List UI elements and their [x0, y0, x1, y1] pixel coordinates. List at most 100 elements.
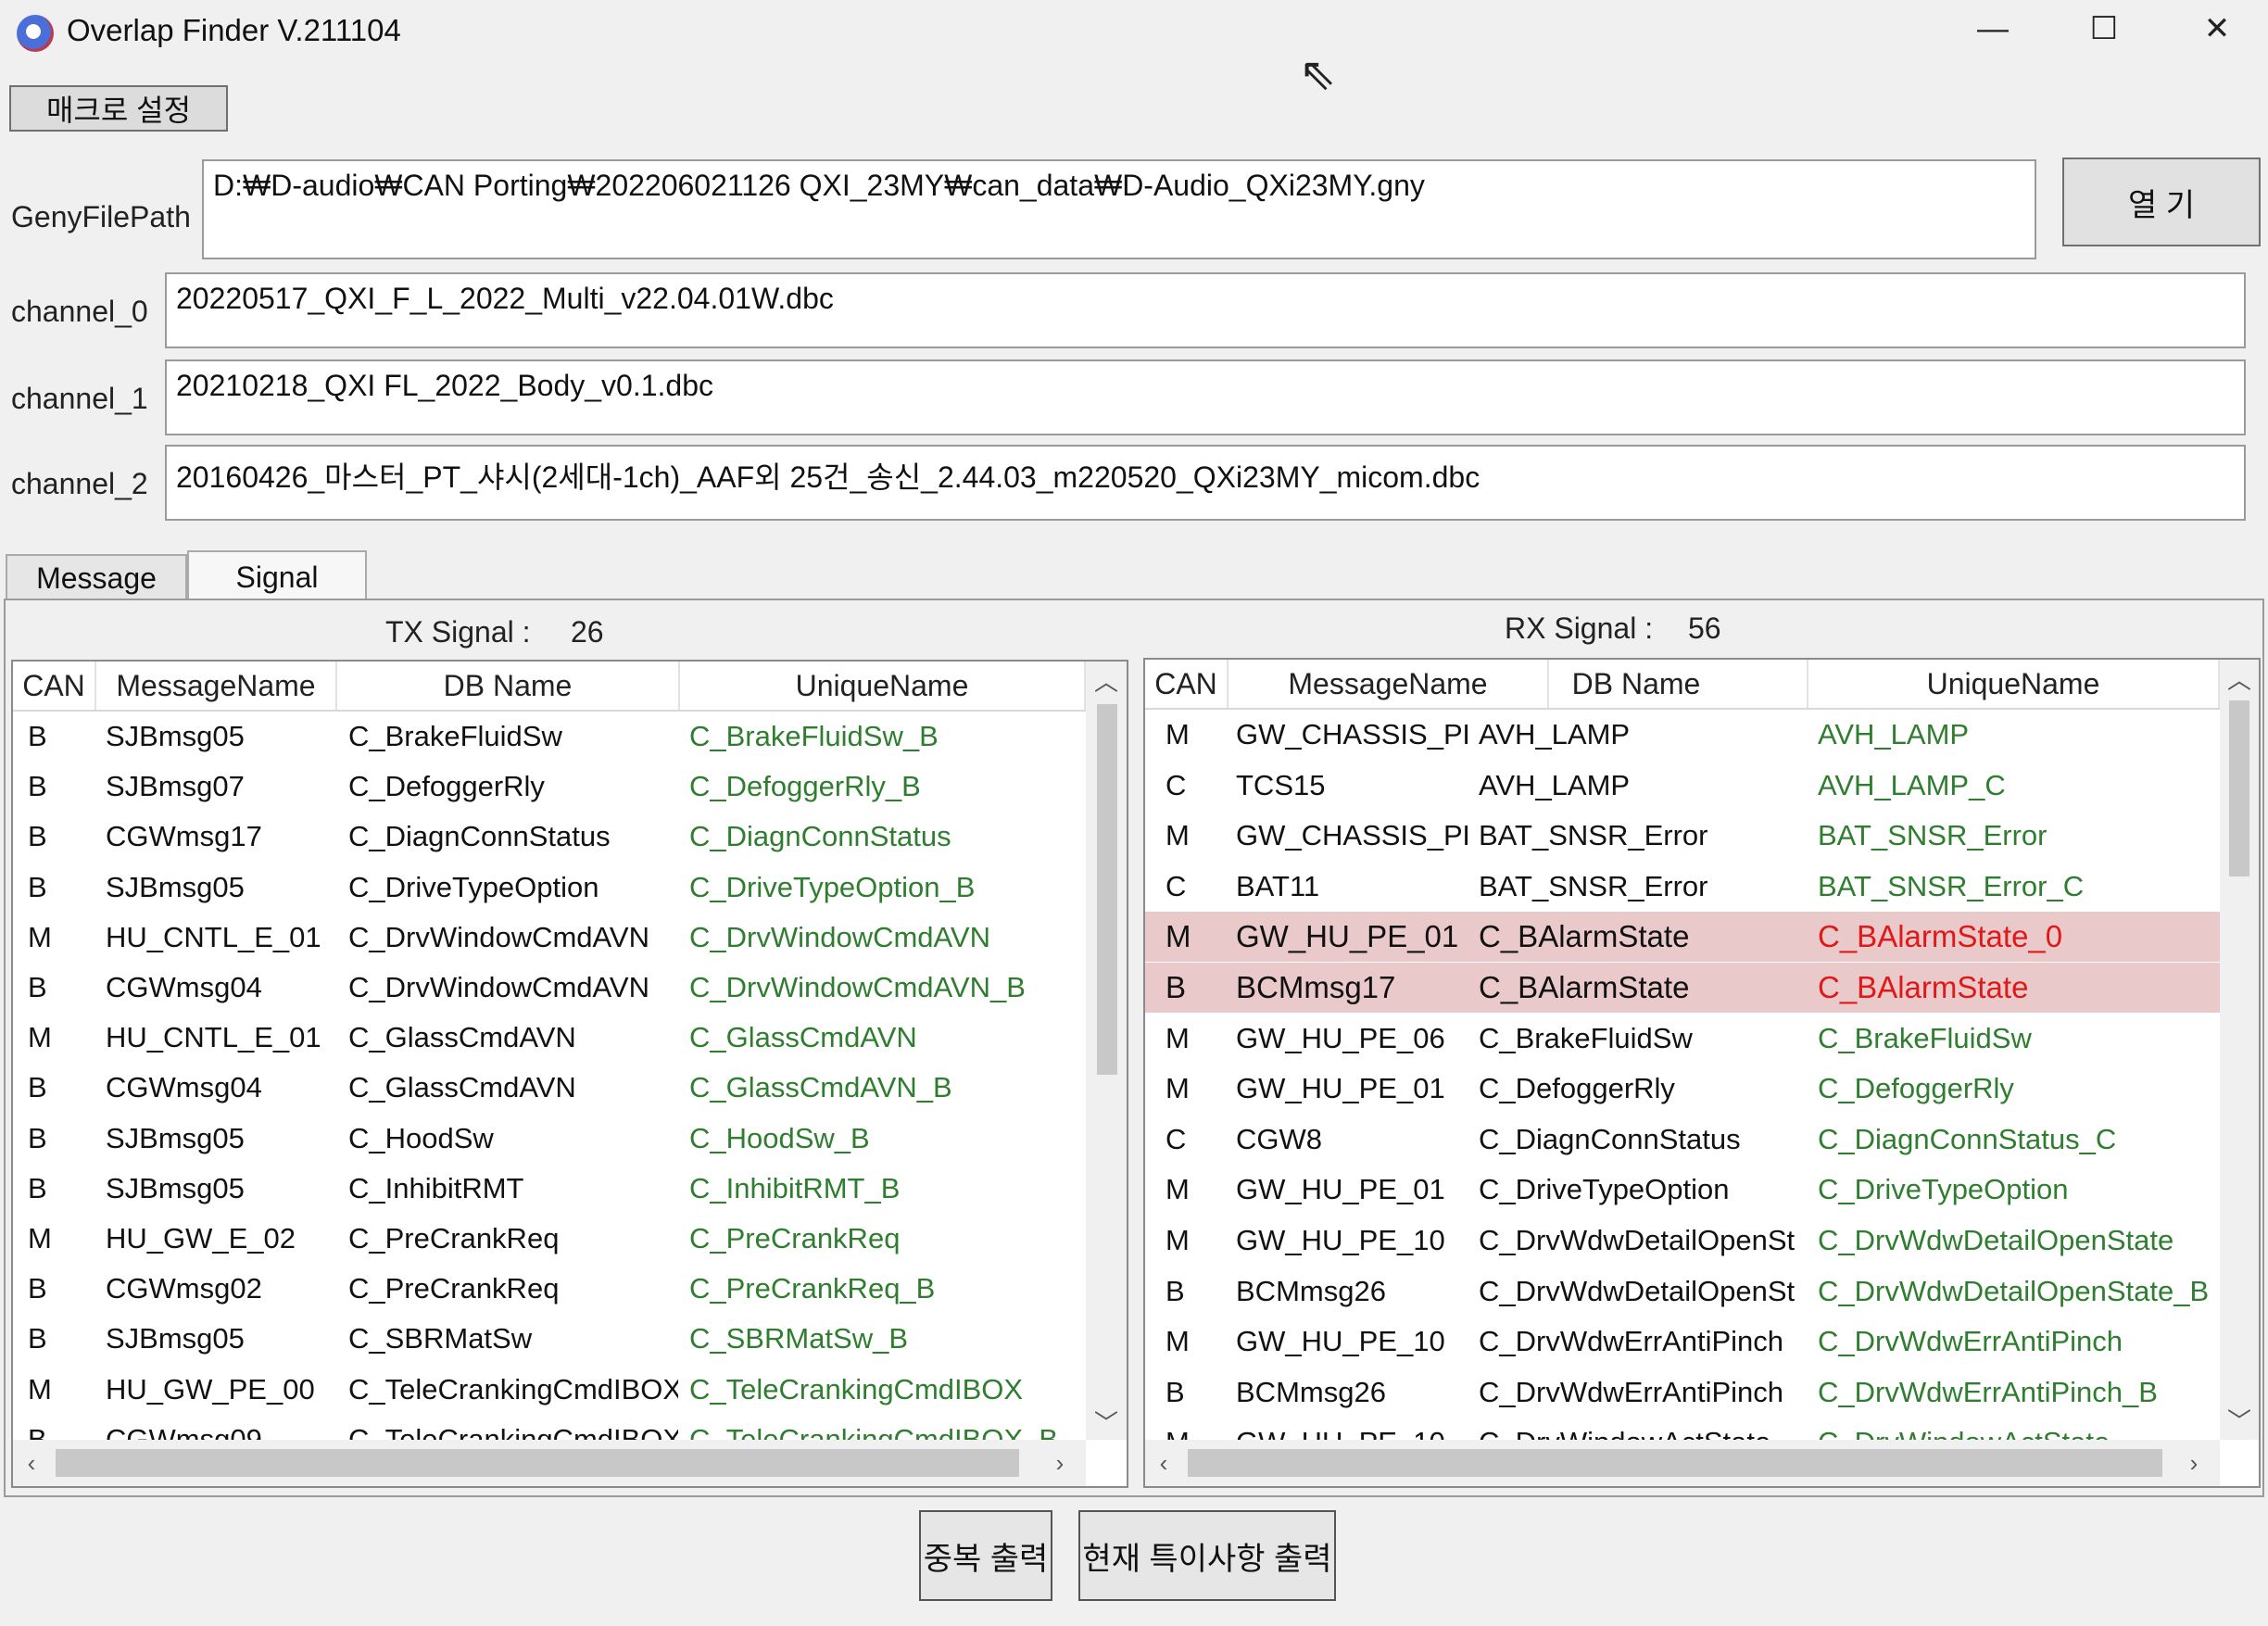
rx-row[interactable]: C TCS15 AVH_LAMP AVH_LAMP_C — [1145, 761, 2220, 811]
cell-db-name: C_DiagnConnStatus — [1479, 1122, 1741, 1155]
rx-row[interactable]: C CGW8 C_DiagnConnStatus C_DiagnConnStatus_… — [1145, 1115, 2220, 1165]
tx-row[interactable]: B SJBmsg05 C_InhibitRMT C_InhibitRMT_B — [13, 1164, 1086, 1214]
cell-db-name: C_DrvWdwDetailOpenSt — [1479, 1224, 1796, 1256]
cell-unique-name: C_DiagnConnStatus_C — [1818, 1122, 2117, 1155]
cell-message-name: CGW8 — [1236, 1122, 1322, 1155]
cell-db-name: C_InhibitRMT — [348, 1171, 524, 1204]
minimize-button[interactable]: — — [1942, 0, 2044, 57]
cell-message-name: CGWmsg04 — [106, 1071, 262, 1104]
app-icon — [17, 15, 54, 52]
rx-grid-header: CAN MessageName DB Name UniqueName — [1145, 660, 2220, 710]
rx-hscroll-thumb[interactable] — [1188, 1449, 2162, 1477]
rx-vscroll-thumb[interactable] — [2229, 700, 2249, 876]
cell-unique-name: C_BrakeFluidSw — [1818, 1021, 2032, 1054]
rx-row[interactable]: B BCMmsg26 C_DrvWdwDetailOpenSt C_DrvWdwDet… — [1145, 1267, 2220, 1317]
cell-db-name: C_GlassCmdAVN — [348, 1021, 576, 1054]
tx-row[interactable]: B SJBmsg05 C_HoodSw C_HoodSw_B — [13, 1114, 1086, 1164]
rx-row[interactable]: M GW_CHASSIS_PE AVH_LAMP AVH_LAMP — [1145, 710, 2220, 760]
rx-signal-grid[interactable]: CAN MessageName DB Name UniqueName M GW_C… — [1143, 658, 2261, 1488]
tx-row[interactable]: B SJBmsg05 C_DriveTypeOption C_DriveTypeOpt… — [13, 863, 1086, 913]
tx-row[interactable]: M HU_GW_E_02 C_PreCrankReq C_PreCrankReq — [13, 1214, 1086, 1264]
col-header-can[interactable]: CAN — [13, 662, 96, 710]
tx-row[interactable]: B SJBmsg05 C_BrakeFluidSw C_BrakeFluidSw_B — [13, 712, 1086, 762]
tx-row[interactable]: M HU_CNTL_E_01 C_DrvWindowCmdAVN C_DrvWindo… — [13, 913, 1086, 963]
col-header-db-name[interactable]: DB Name — [1466, 660, 1808, 708]
cell-can: B — [1166, 970, 1187, 1004]
rx-row[interactable]: M GW_HU_PE_01 C_BAlarmState C_BAlarmState_0 — [1145, 912, 2220, 963]
col-header-message-name[interactable]: MessageName — [96, 662, 337, 710]
rx-row[interactable]: M GW_HU_PE_10 C_DrvWdwDetailOpenSt C_DrvWdw… — [1145, 1216, 2220, 1266]
macro-settings-button[interactable]: 매크로 설정 — [9, 85, 228, 132]
scroll-left-icon[interactable]: ‹ — [13, 1440, 50, 1486]
rx-row[interactable]: B BCMmsg26 C_DrvWdwErrAntiPinch C_DrvWdwErr… — [1145, 1368, 2220, 1418]
rx-vertical-scrollbar[interactable]: ︿ ﹀ — [2220, 660, 2259, 1440]
tx-row[interactable]: B CGWmsg17 C_DiagnConnStatus C_DiagnConnSta… — [13, 812, 1086, 862]
cell-message-name: SJBmsg05 — [106, 1121, 245, 1154]
scroll-right-icon[interactable]: › — [1041, 1440, 1078, 1486]
tx-row[interactable]: B SJBmsg07 C_DefoggerRly C_DefoggerRly_B — [13, 762, 1086, 812]
tx-row[interactable]: M HU_GW_PE_00 C_TeleCrankingCmdIBOX C_TeleC… — [13, 1365, 1086, 1415]
mouse-cursor-icon: ⇖ — [1299, 50, 1337, 99]
scroll-down-icon[interactable]: ﹀ — [2220, 1401, 2259, 1438]
rx-row[interactable]: M GW_HU_PE_10 C_DrvWdwErrAntiPinch C_DrvWdw… — [1145, 1317, 2220, 1367]
rx-horizontal-scrollbar[interactable]: ‹ › — [1145, 1440, 2220, 1486]
open-button[interactable]: 열 기 — [2062, 158, 2261, 246]
channel-0-field[interactable]: 20220517_QXI_F_L_2022_Multi_v22.04.01W.d… — [165, 272, 2246, 348]
cell-message-name: SJBmsg05 — [106, 720, 245, 752]
cell-unique-name: C_DefoggerRly — [1818, 1072, 2014, 1105]
tx-row[interactable]: B CGWmsg02 C_PreCrankReq C_PreCrankReq_B — [13, 1264, 1086, 1314]
col-header-db-name[interactable]: DB Name — [337, 662, 680, 710]
cell-message-name: BCMmsg26 — [1236, 1274, 1386, 1307]
cell-db-name: C_BrakeFluidSw — [1479, 1021, 1693, 1054]
tab-signal[interactable]: Signal — [187, 550, 367, 602]
special-notes-output-button[interactable]: 현재 특이사항 출력 — [1078, 1510, 1336, 1601]
tx-signal-grid[interactable]: CAN MessageName DB Name UniqueName B SJBm… — [11, 660, 1128, 1488]
cell-message-name: SJBmsg05 — [106, 1171, 245, 1204]
cell-message-name: HU_CNTL_E_01 — [106, 920, 321, 953]
scroll-up-icon[interactable]: ︿ — [1086, 662, 1127, 699]
cell-can: B — [28, 1171, 47, 1204]
geny-path-field[interactable]: D:₩D-audio₩CAN Porting₩202206021126 QXI_… — [202, 159, 2036, 259]
cell-unique-name: C_DefoggerRly_B — [689, 770, 921, 803]
scroll-down-icon[interactable]: ﹀ — [1086, 1403, 1127, 1440]
cell-can: C — [1166, 869, 1187, 902]
window-title: Overlap Finder V.211104 — [67, 13, 401, 47]
tx-vscroll-thumb[interactable] — [1097, 704, 1117, 1075]
cell-unique-name: C_SBRMatSw_B — [689, 1322, 909, 1355]
col-header-unique-name[interactable]: UniqueName — [680, 662, 1086, 710]
tx-row[interactable]: M HU_CNTL_E_01 C_GlassCmdAVN C_GlassCmdAVN — [13, 1013, 1086, 1063]
cell-can: B — [28, 820, 47, 853]
rx-row[interactable]: M GW_HU_PE_01 C_DriveTypeOption C_DriveType… — [1145, 1165, 2220, 1215]
cell-db-name: C_DrvWindowCmdAVN — [348, 971, 649, 1003]
duplicate-output-button[interactable]: 중복 출력 — [919, 1510, 1052, 1601]
channel-2-field[interactable]: 20160426_마스터_PT_샤시(2세대-1ch)_AAF외 25건_송신_… — [165, 445, 2246, 521]
col-header-unique-name[interactable]: UniqueName — [1808, 660, 2220, 708]
tx-hscroll-thumb[interactable] — [56, 1449, 1019, 1477]
tab-message[interactable]: Message — [6, 554, 187, 600]
cell-db-name: BAT_SNSR_Error — [1479, 819, 1708, 852]
maximize-button[interactable]: ☐ — [2053, 0, 2155, 57]
rx-row[interactable]: M GW_HU_PE_01 C_DefoggerRly C_DefoggerRly — [1145, 1064, 2220, 1114]
col-header-can[interactable]: CAN — [1145, 660, 1228, 708]
cell-unique-name: C_BrakeFluidSw_B — [689, 720, 939, 752]
scroll-left-icon[interactable]: ‹ — [1145, 1440, 1182, 1486]
cell-unique-name: C_DrvWindowCmdAVN — [689, 920, 990, 953]
cell-unique-name: C_BAlarmState_0 — [1818, 919, 2063, 954]
channel-1-field[interactable]: 20210218_QXI FL_2022_Body_v0.1.dbc — [165, 359, 2246, 435]
cell-unique-name: C_DrvWindowCmdAVN_B — [689, 971, 1026, 1003]
cell-unique-name: C_DrvWdwErrAntiPinch — [1818, 1325, 2123, 1358]
cell-message-name: BAT11 — [1236, 869, 1320, 902]
cell-can: M — [1166, 819, 1190, 852]
tx-horizontal-scrollbar[interactable]: ‹ › — [13, 1440, 1086, 1486]
scroll-up-icon[interactable]: ︿ — [2220, 660, 2259, 697]
tx-row[interactable]: B CGWmsg04 C_GlassCmdAVN C_GlassCmdAVN_B — [13, 1063, 1086, 1113]
scroll-right-icon[interactable]: › — [2175, 1440, 2212, 1486]
rx-row[interactable]: M GW_HU_PE_06 C_BrakeFluidSw C_BrakeFluidSw — [1145, 1014, 2220, 1064]
tx-vertical-scrollbar[interactable]: ︿ ﹀ — [1086, 662, 1127, 1440]
rx-row[interactable]: B BCMmsg17 C_BAlarmState C_BAlarmState — [1145, 963, 2220, 1013]
tx-row[interactable]: B CGWmsg04 C_DrvWindowCmdAVN C_DrvWindowCmd… — [13, 963, 1086, 1013]
rx-row[interactable]: M GW_CHASSIS_PE BAT_SNSR_Error BAT_SNSR_Err… — [1145, 811, 2220, 861]
tx-row[interactable]: B SJBmsg05 C_SBRMatSw C_SBRMatSw_B — [13, 1314, 1086, 1364]
close-button[interactable]: ✕ — [2166, 0, 2268, 57]
rx-row[interactable]: C BAT11 BAT_SNSR_Error BAT_SNSR_Error_C — [1145, 862, 2220, 912]
